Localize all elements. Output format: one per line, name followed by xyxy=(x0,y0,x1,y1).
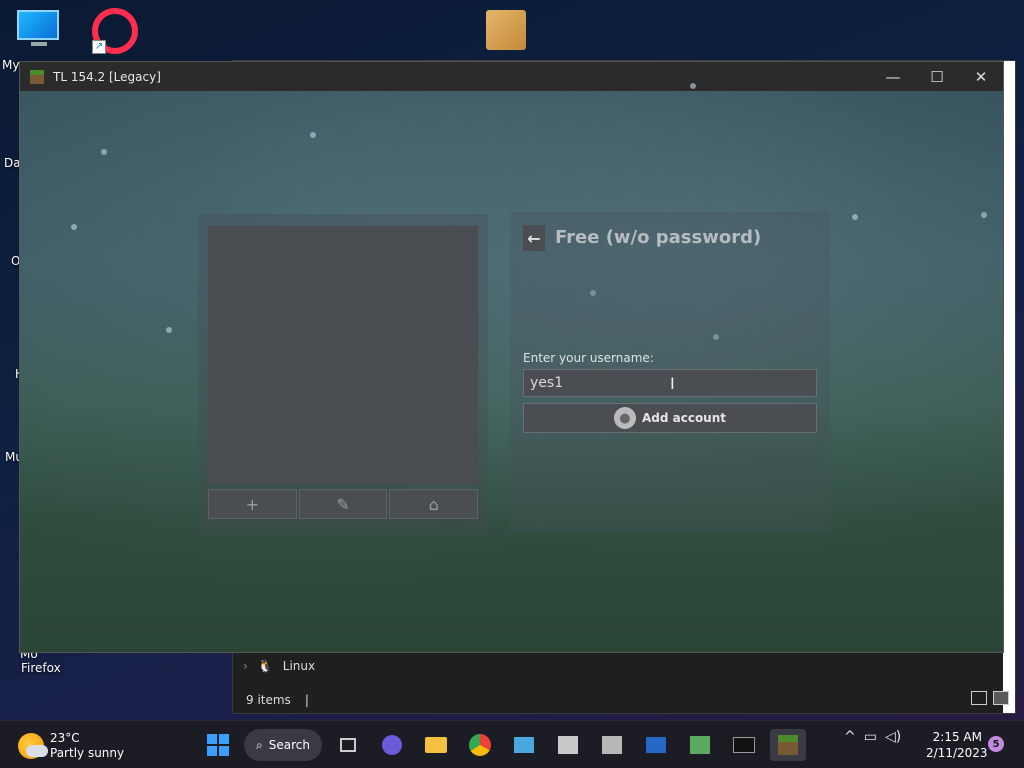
text-cursor-icon: I xyxy=(670,374,675,393)
tl-launcher-window: TL 154.2 [Legacy] — ☐ ✕ + ✎ ⌂ ← Free (w/… xyxy=(19,61,1004,653)
chevron-up-icon[interactable]: ^ xyxy=(844,729,856,745)
chrome-icon[interactable] xyxy=(462,729,498,761)
add-account-icon[interactable]: + xyxy=(208,489,297,519)
minecraft-launcher-icon[interactable] xyxy=(770,729,806,761)
volume-icon[interactable]: ◁) xyxy=(885,729,901,745)
explorer-edge xyxy=(1003,61,1015,713)
edge-label-6: Firefox xyxy=(21,661,61,675)
virtualbox-icon[interactable] xyxy=(550,729,586,761)
task-view-icon[interactable] xyxy=(330,729,366,761)
opera-icon[interactable]: ↗ xyxy=(92,8,142,56)
back-arrow-icon[interactable]: ← xyxy=(523,225,545,251)
terminal-icon[interactable] xyxy=(726,729,762,761)
penguin-icon: 🐧 xyxy=(257,659,273,673)
display-icon[interactable]: ▭ xyxy=(864,729,877,745)
tiles-view-icon[interactable] xyxy=(993,691,1009,705)
start-icon[interactable] xyxy=(200,729,236,761)
search-icon: ⌕ xyxy=(256,737,263,752)
tree-item-label: Linux xyxy=(282,659,316,673)
title-bar[interactable]: TL 154.2 [Legacy] — ☐ ✕ xyxy=(20,62,1003,91)
add-account-button[interactable]: ● Add account xyxy=(523,403,817,433)
window-title: TL 154.2 [Legacy] xyxy=(53,69,161,84)
clock-date: 2/11/2023 xyxy=(926,746,988,760)
form-title: Free (w/o password) xyxy=(555,227,762,248)
star-decoration xyxy=(981,212,987,218)
remote-desktop-icon[interactable] xyxy=(506,729,542,761)
file-explorer-icon[interactable] xyxy=(418,729,454,761)
star-decoration xyxy=(101,149,107,155)
grass-block-icon xyxy=(30,69,44,84)
weather-widget[interactable]: 23°C Partly sunny xyxy=(18,731,124,761)
star-decoration xyxy=(310,132,316,138)
clock-time: 2:15 AM xyxy=(932,730,982,744)
virtualbox-vm-icon[interactable] xyxy=(594,729,630,761)
search-label: Search xyxy=(268,738,310,752)
search-button[interactable]: ⌕ Search xyxy=(244,729,322,761)
notification-badge[interactable]: 5 xyxy=(988,736,1004,752)
chat-icon[interactable] xyxy=(374,729,410,761)
star-decoration xyxy=(166,327,172,333)
this-pc-label: My xyxy=(2,58,20,72)
star-decoration xyxy=(852,214,858,220)
edit-account-icon[interactable]: ✎ xyxy=(298,489,388,519)
tree-item-linux[interactable]: › 🐧 Linux xyxy=(243,659,315,673)
add-account-label: Add account xyxy=(641,411,727,425)
username-label: Enter your username: xyxy=(523,351,654,365)
accounts-list[interactable] xyxy=(208,226,478,484)
weather-sun-icon xyxy=(18,733,48,759)
weather-temp: 23°C xyxy=(50,731,80,745)
clock[interactable]: 2:15 AM 2/11/2023 xyxy=(926,729,988,761)
home-icon[interactable]: ⌂ xyxy=(389,489,479,519)
chevron-right-icon[interactable]: › xyxy=(243,659,248,673)
star-decoration xyxy=(71,224,77,230)
user-avatar-icon: ● xyxy=(613,407,636,429)
task-manager-icon[interactable] xyxy=(682,729,718,761)
weather-desc: Partly sunny xyxy=(50,746,125,760)
this-pc-icon[interactable] xyxy=(17,10,61,50)
status-bar-count: 9 items | xyxy=(246,693,309,707)
maximize-button[interactable]: ☐ xyxy=(915,62,959,91)
powershell-icon[interactable] xyxy=(638,729,674,761)
taskbar: 23°C Partly sunny ⌕ Search ^ ▭ ◁) 2:15 A… xyxy=(0,720,1024,768)
package-icon[interactable] xyxy=(486,10,528,52)
details-view-icon[interactable] xyxy=(971,691,987,705)
minimize-button[interactable]: — xyxy=(871,62,915,91)
star-decoration xyxy=(690,83,696,89)
close-button[interactable]: ✕ xyxy=(959,62,1003,91)
launcher-background: + ✎ ⌂ ← Free (w/o password) Enter your u… xyxy=(20,83,1003,652)
